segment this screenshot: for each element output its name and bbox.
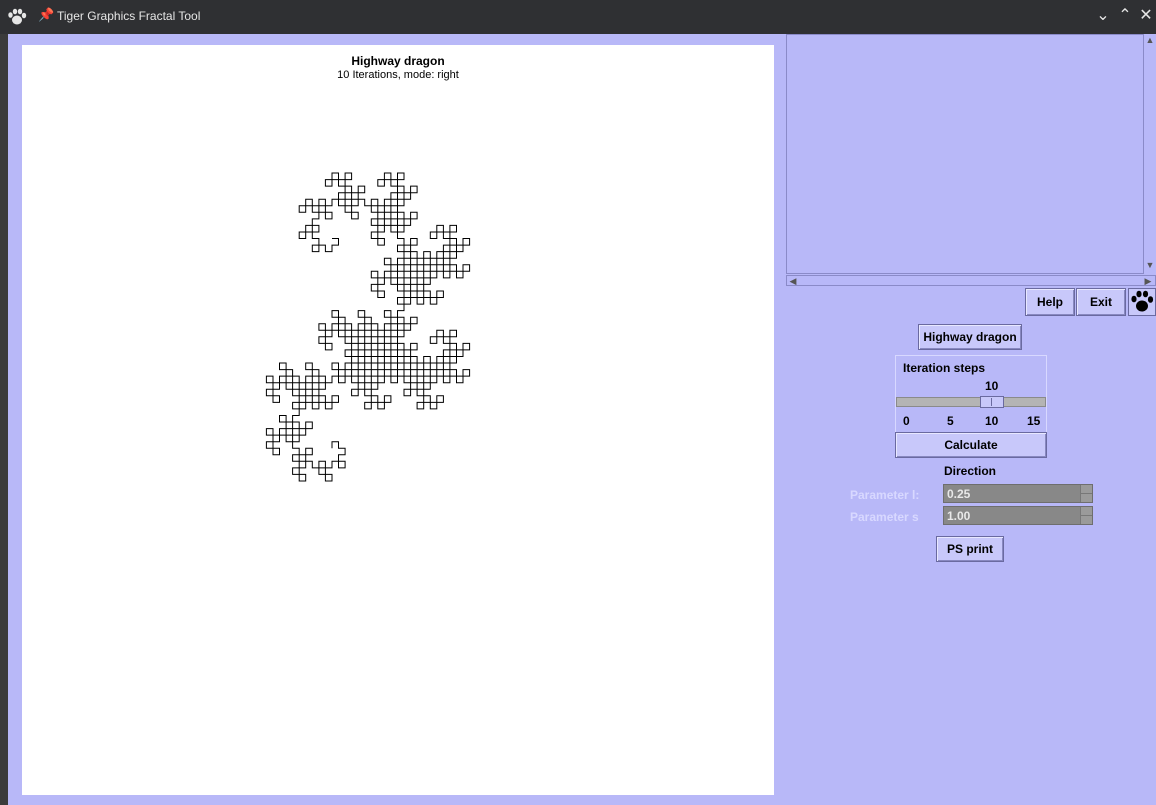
exit-button[interactable]: Exit xyxy=(1076,288,1126,316)
slider-tick: 0 xyxy=(903,414,910,428)
plot-subtitle: 10 Iterations, mode: right xyxy=(337,69,459,81)
calculate-button[interactable]: Calculate xyxy=(895,432,1047,458)
paw-icon xyxy=(1131,290,1154,312)
maximize-button[interactable]: ⌃ xyxy=(1115,6,1135,26)
window-edge xyxy=(0,34,8,805)
paw-icon xyxy=(8,8,27,25)
fractal-drawing xyxy=(265,172,471,482)
slider-thumb[interactable] xyxy=(980,396,1004,408)
scroll-left-icon[interactable]: ◀ xyxy=(788,276,798,286)
iteration-value: 10 xyxy=(985,379,999,393)
pin-icon[interactable]: 📌 xyxy=(38,7,54,23)
minimize-button[interactable]: ⌄ xyxy=(1093,6,1113,26)
help-button[interactable]: Help xyxy=(1025,288,1075,316)
fractal-type-button[interactable]: Highway dragon xyxy=(918,324,1022,350)
parameter-l-label: Parameter l: xyxy=(850,488,920,502)
parameter-s-value: 1.00 xyxy=(947,509,971,523)
spinner-arrows-icon[interactable] xyxy=(1080,485,1092,502)
slider-tick: 10 xyxy=(985,414,999,428)
dragon-curve xyxy=(265,172,471,482)
ps-print-button[interactable]: PS print xyxy=(936,536,1004,562)
logo-button[interactable] xyxy=(1128,288,1156,316)
slider-tick: 5 xyxy=(947,414,954,428)
scroll-down-icon[interactable]: ▼ xyxy=(1145,260,1155,270)
close-button[interactable]: ✕ xyxy=(1136,6,1156,26)
slider-tick: 15 xyxy=(1027,414,1041,428)
parameter-s-label: Parameter s xyxy=(850,510,919,524)
parameter-l-value: 0.25 xyxy=(947,487,971,501)
plot-title: Highway dragon xyxy=(351,54,445,68)
fractal-canvas[interactable]: Highway dragon 10 Iterations, mode: righ… xyxy=(22,45,774,795)
iteration-slider[interactable] xyxy=(896,397,1046,407)
horizontal-scrollbar[interactable]: ◀ ▶ xyxy=(786,275,1156,286)
parameter-s-field[interactable]: 1.00 xyxy=(943,506,1093,525)
vertical-scrollbar[interactable]: ▲ ▼ xyxy=(1143,34,1155,274)
parameter-l-field[interactable]: 0.25 xyxy=(943,484,1093,503)
title-bar: 📌 Tiger Graphics Fractal Tool ⌄ ⌃ ✕ xyxy=(0,0,1156,34)
scroll-up-icon[interactable]: ▲ xyxy=(1145,35,1155,45)
window-title: Tiger Graphics Fractal Tool xyxy=(57,9,201,23)
iteration-steps-label: Iteration steps xyxy=(903,361,986,375)
direction-label[interactable]: Direction xyxy=(944,464,996,478)
preview-pane[interactable] xyxy=(786,34,1144,274)
spinner-arrows-icon[interactable] xyxy=(1080,507,1092,524)
scroll-right-icon[interactable]: ▶ xyxy=(1143,276,1153,286)
